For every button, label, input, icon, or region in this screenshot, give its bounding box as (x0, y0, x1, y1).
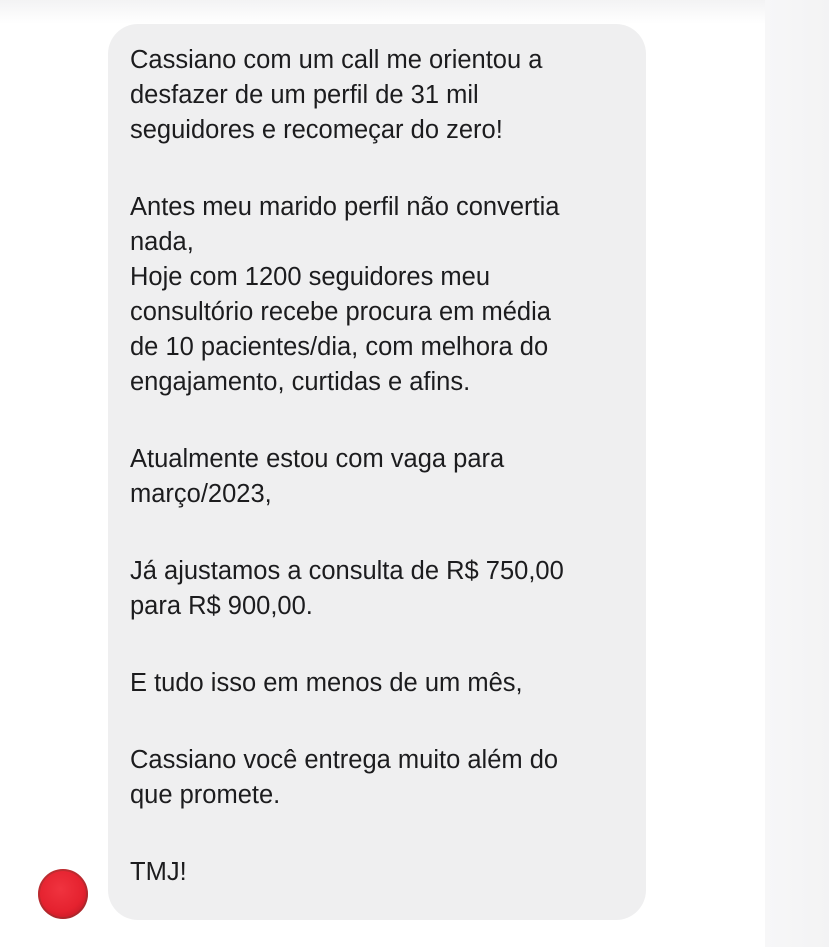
chat-view: Cassiano com um call me orientou a desfa… (0, 0, 829, 947)
message-paragraph: Atualmente estou com vaga para março/202… (130, 445, 505, 508)
message-paragraph: Cassiano com um call me orientou a desfa… (130, 46, 543, 144)
message-paragraph: Cassiano você entrega muito além do que … (130, 746, 559, 809)
message-paragraph: Já ajustamos a consulta de R$ 750,00 par… (130, 557, 564, 620)
right-edge-strip (765, 0, 829, 947)
top-shade (0, 0, 829, 24)
message-bubble[interactable]: Cassiano com um call me orientou a desfa… (108, 24, 646, 920)
message-paragraph: TMJ! (130, 858, 187, 886)
sender-avatar[interactable] (38, 869, 88, 919)
message-paragraph: Antes meu marido perfil não convertia na… (130, 193, 560, 396)
message-paragraph: E tudo isso em menos de um mês, (130, 669, 523, 697)
